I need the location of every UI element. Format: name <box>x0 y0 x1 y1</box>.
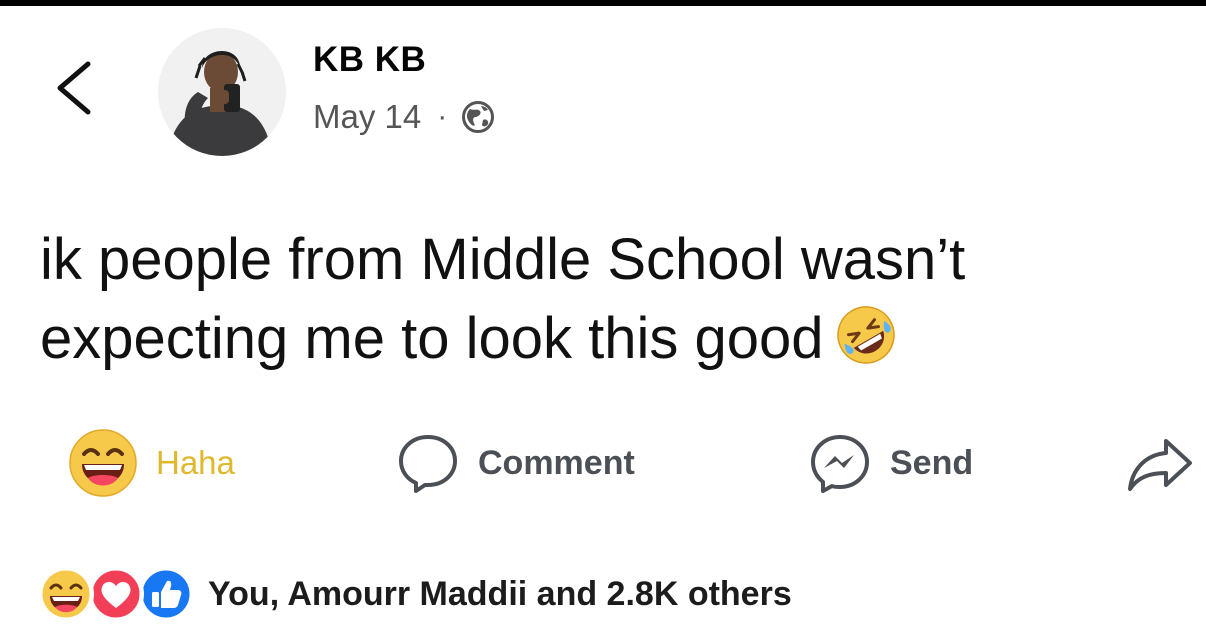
haha-label: Haha <box>156 444 235 481</box>
post-date[interactable]: May 14 <box>313 98 421 136</box>
action-bar: Haha Comment Send <box>0 428 1206 498</box>
post-text: ik people from Middle School wasn’t expe… <box>40 220 1190 378</box>
globe-icon[interactable] <box>461 100 495 134</box>
reactions-row[interactable]: You, Amourr Maddii and 2.8K others <box>38 564 792 624</box>
post-text-line-1: ik people from Middle School wasn’t <box>40 227 966 292</box>
author-name[interactable]: KB KB <box>313 40 426 80</box>
haha-reaction-icon <box>38 566 94 622</box>
reaction-icons <box>38 566 198 622</box>
messenger-icon <box>808 431 872 495</box>
post-meta: May 14 · <box>313 98 495 136</box>
chevron-left-icon <box>57 61 91 115</box>
haha-reaction-button[interactable]: Haha <box>68 428 235 498</box>
send-button[interactable]: Send <box>808 428 973 498</box>
share-button[interactable] <box>1124 428 1194 498</box>
top-border <box>0 0 1206 6</box>
back-button[interactable] <box>48 58 104 118</box>
post-text-line-2: expecting me to look this good <box>40 299 1190 378</box>
love-reaction-icon <box>88 566 144 622</box>
haha-face-icon <box>69 429 137 497</box>
share-arrow-icon <box>1124 433 1194 493</box>
reactions-summary[interactable]: You, Amourr Maddii and 2.8K others <box>208 575 792 614</box>
send-label: Send <box>890 443 974 482</box>
profile-photo <box>158 28 286 156</box>
meta-separator: · <box>437 100 448 133</box>
rolling-on-floor-laughing-emoji-icon <box>833 302 899 368</box>
comment-label: Comment <box>478 443 635 482</box>
comment-button[interactable]: Comment <box>396 428 635 498</box>
avatar[interactable] <box>158 28 286 156</box>
comment-icon <box>396 431 460 495</box>
post-text-line-2-text: expecting me to look this good <box>40 306 824 371</box>
like-reaction-icon <box>138 566 194 622</box>
